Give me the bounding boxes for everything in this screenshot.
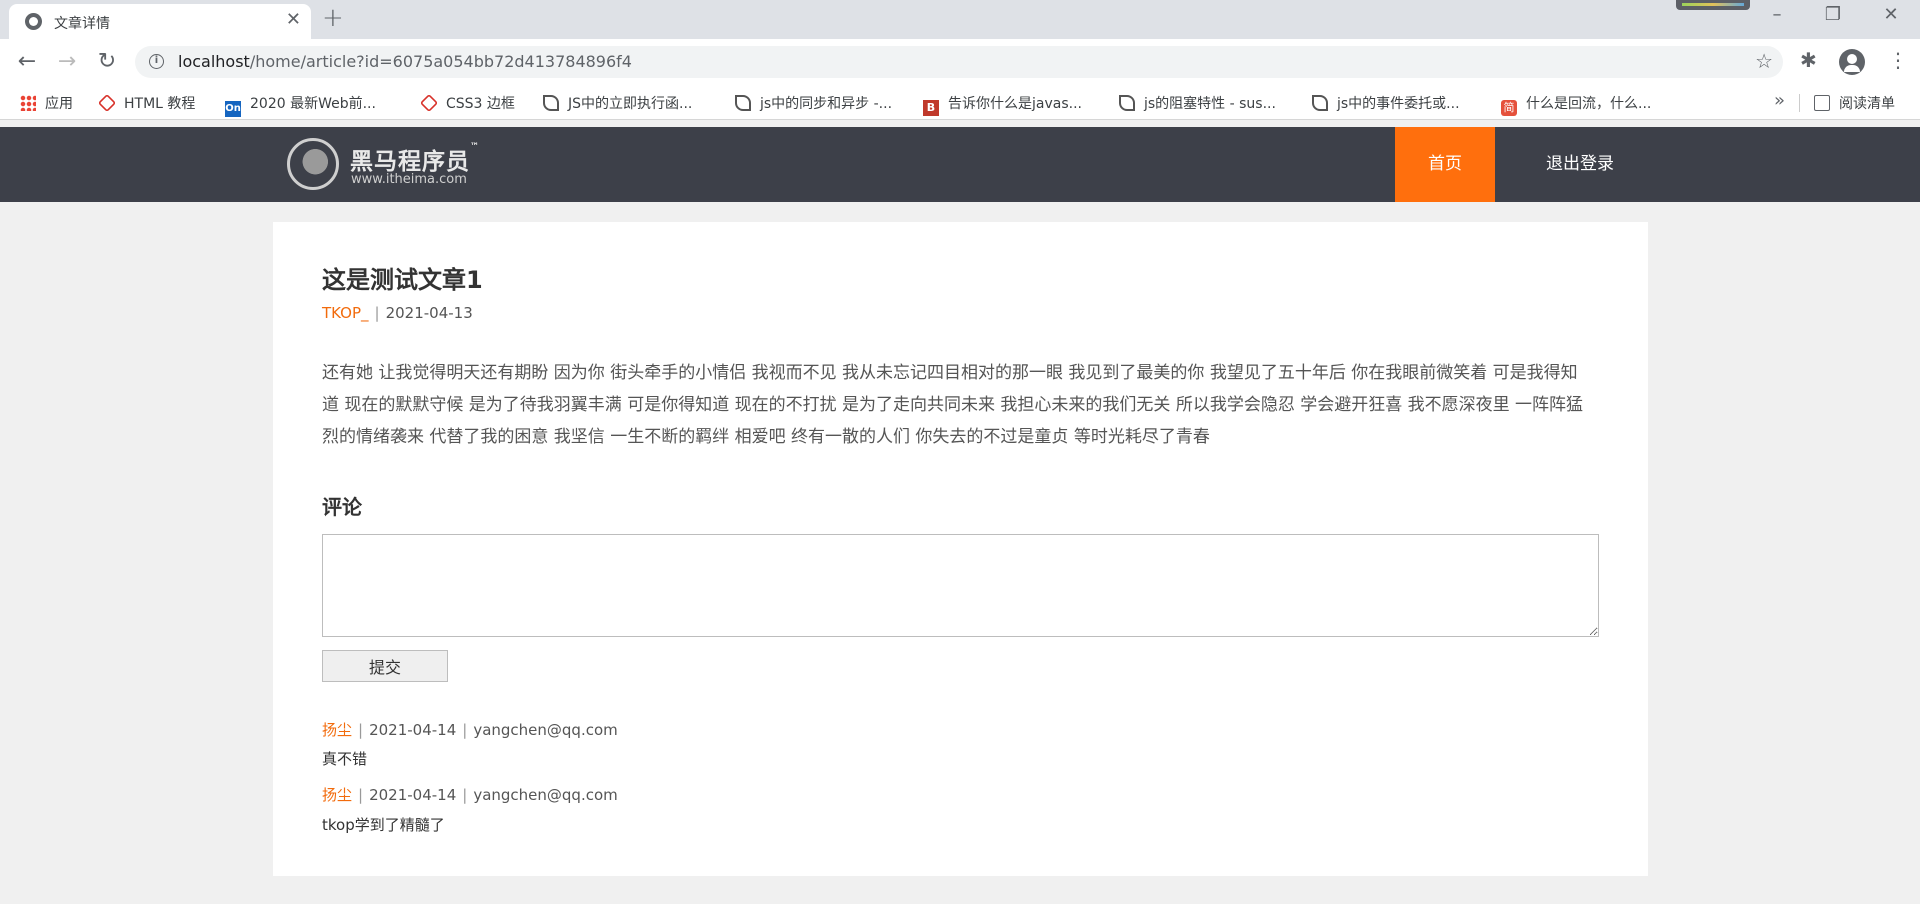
close-tab-icon[interactable]: ✕ <box>286 9 301 30</box>
comment-meta: 扬尘 | 2021-04-14 | yangchen@qq.com <box>322 719 618 740</box>
bookmark-label: 什么是回流，什么... <box>1526 96 1652 112</box>
reload-icon[interactable]: ↻ <box>92 47 122 77</box>
new-tab-icon[interactable]: + <box>322 3 344 33</box>
b-icon: B <box>923 100 939 116</box>
back-icon[interactable]: ← <box>12 47 42 77</box>
reading-list[interactable]: 阅读清单 <box>1814 93 1895 113</box>
site-logo[interactable]: 黑马程序员™ www.itheima.com <box>287 136 487 194</box>
comment-date: 2021-04-14 <box>369 786 457 804</box>
bookmark-js-blocking[interactable]: js的阻塞特性 - sus... <box>1119 93 1276 113</box>
tab-title: 文章详情 <box>54 16 110 32</box>
bookmark-js-iife[interactable]: JS中的立即执行函... <box>543 93 692 113</box>
runoob-icon <box>97 93 117 113</box>
comment-meta: 扬尘 | 2021-04-14 | yangchen@qq.com <box>322 784 618 805</box>
close-window-icon[interactable]: ✕ <box>1876 4 1906 25</box>
csdn-icon <box>543 95 559 111</box>
article-meta: TKOP_ | 2021-04-13 <box>322 304 473 322</box>
comment-textarea[interactable] <box>322 534 1599 637</box>
comment-email: yangchen@qq.com <box>473 786 618 804</box>
tab-strip: 文章详情 ✕ + – ❐ ✕ <box>0 0 1920 39</box>
site-header: 黑马程序员™ www.itheima.com 首页 退出登录 <box>0 127 1920 202</box>
bookmark-apps[interactable]: 应用 <box>20 93 73 113</box>
comment-user[interactable]: 扬尘 <box>322 721 352 739</box>
url-path: /home/article?id=6075a054bb72d413784896f… <box>249 52 632 71</box>
meta-divider: | <box>462 721 468 739</box>
comment-date: 2021-04-14 <box>369 721 457 739</box>
bookmark-web-2020[interactable]: On 2020 最新Web前... <box>225 93 376 117</box>
bookmark-label: JS中的立即执行函... <box>568 96 693 112</box>
reading-list-icon <box>1814 95 1830 111</box>
jianshu-icon: 简 <box>1501 100 1517 116</box>
site-info-icon[interactable]: i <box>149 54 164 69</box>
bookmark-event-delegation[interactable]: js中的事件委托或... <box>1312 93 1460 113</box>
comment-body: 真不错 <box>322 750 368 768</box>
bookmark-label: HTML 教程 <box>124 96 196 112</box>
bookmarks-bar: 应用 HTML 教程 On 2020 最新Web前... CSS3 边框 JS中的… <box>0 85 1920 120</box>
bookmark-reflow[interactable]: 简什么是回流，什么... <box>1501 93 1651 116</box>
logo-name: 黑马程序员™ <box>350 142 480 175</box>
reading-list-label: 阅读清单 <box>1839 96 1895 112</box>
meta-divider: | <box>462 786 468 804</box>
bookmark-label: 告诉你什么是javas... <box>948 96 1082 112</box>
submit-comment-button[interactable]: 提交 <box>322 650 448 682</box>
bookmarks-divider <box>1799 94 1800 112</box>
globe-icon <box>25 13 42 30</box>
apps-grid-icon <box>20 95 36 111</box>
comment-email: yangchen@qq.com <box>473 721 618 739</box>
bookmarks-overflow-icon[interactable]: » <box>1774 90 1785 111</box>
bookmark-label: js的阻塞特性 - sus... <box>1144 96 1276 112</box>
article-date: 2021-04-13 <box>385 304 473 322</box>
browser-tab[interactable]: 文章详情 ✕ <box>9 4 311 39</box>
meta-divider: | <box>358 721 364 739</box>
article-card: 这是测试文章1 TKOP_ | 2021-04-13 还有她 让我觉得明天还有期盼 … <box>273 222 1648 876</box>
csdn-icon <box>1119 95 1135 111</box>
url-host: localhost <box>178 52 250 71</box>
meta-divider: | <box>358 786 364 804</box>
url-text[interactable]: localhost/home/article?id=6075a054bb72d4… <box>178 52 632 71</box>
csdn-icon <box>1312 95 1328 111</box>
browser-toolbar: ← → ↻ i localhost/home/article?id=6075a0… <box>0 39 1920 85</box>
horse-logo-icon <box>287 138 339 190</box>
bookmark-js-sync-async[interactable]: js中的同步和异步 -... <box>735 93 892 113</box>
bookmark-label: CSS3 边框 <box>446 96 515 112</box>
comment-user[interactable]: 扬尘 <box>322 786 352 804</box>
nav-home[interactable]: 首页 <box>1395 127 1495 202</box>
address-bar[interactable]: i localhost/home/article?id=6075a054bb72… <box>135 46 1783 78</box>
bookmark-html-tutorial[interactable]: HTML 教程 <box>97 93 196 113</box>
bookmark-what-is-js[interactable]: B 告诉你什么是javas... <box>923 93 1082 116</box>
article-author[interactable]: TKOP_ <box>322 304 369 322</box>
restore-icon[interactable]: ❐ <box>1818 4 1848 25</box>
meta-divider: | <box>374 304 380 322</box>
on-icon: On <box>225 101 241 117</box>
extension-badge <box>1676 0 1750 10</box>
nav-logout[interactable]: 退出登录 <box>1495 127 1665 202</box>
bookmark-label: 应用 <box>45 96 73 112</box>
extensions-puzzle-icon[interactable]: ✱ <box>1800 48 1817 72</box>
forward-icon[interactable]: → <box>52 47 82 77</box>
minimize-icon[interactable]: – <box>1762 4 1792 25</box>
article-content: 还有她 让我觉得明天还有期盼 因为你 街头牵手的小情侣 我视而不见 我从未忘记四… <box>322 363 1584 447</box>
bookmark-star-icon[interactable]: ☆ <box>1755 49 1773 73</box>
bookmark-label: 2020 最新Web前... <box>250 96 376 112</box>
profile-avatar-icon[interactable] <box>1839 49 1865 75</box>
comment-body: tkop学到了精髓了 <box>322 816 445 834</box>
bookmark-label: js中的事件委托或... <box>1337 96 1460 112</box>
runoob-icon <box>419 93 439 113</box>
article-title: 这是测试文章1 <box>322 266 483 294</box>
logo-url: www.itheima.com <box>351 172 467 187</box>
comments-heading: 评论 <box>322 495 362 519</box>
csdn-icon <box>735 95 751 111</box>
bookmark-css3-border[interactable]: CSS3 边框 <box>419 93 515 113</box>
bookmark-label: js中的同步和异步 -... <box>760 96 893 112</box>
menu-kebab-icon[interactable]: ⋮ <box>1888 48 1908 72</box>
